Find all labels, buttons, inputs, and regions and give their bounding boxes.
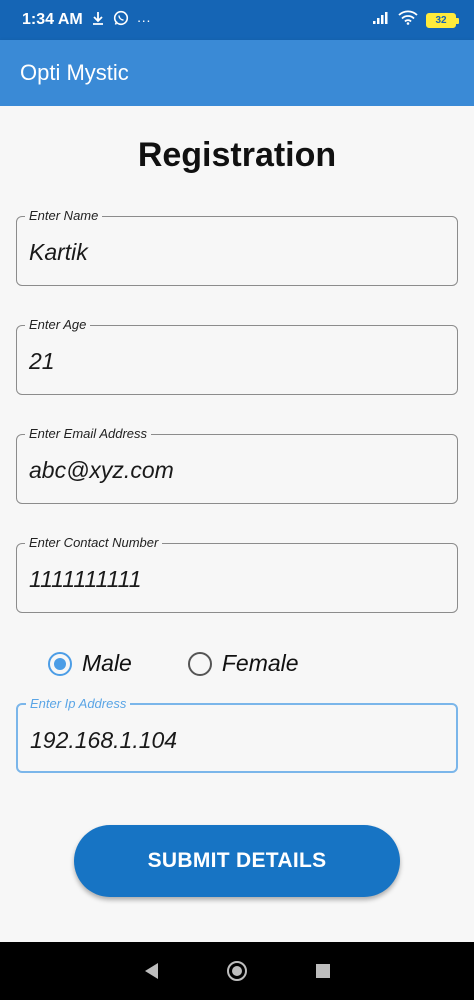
email-field-value: abc@xyz.com: [29, 457, 174, 483]
name-field-value: Kartik: [29, 239, 88, 265]
radio-female-label: Female: [221, 650, 299, 676]
age-field-label: Enter Age: [25, 317, 91, 332]
registration-form: Registration Enter Name Kartik Enter Age…: [0, 106, 474, 942]
submit-details-button[interactable]: SUBMIT DETAILS: [74, 825, 400, 897]
system-nav-bar: [0, 942, 474, 1000]
age-field[interactable]: Enter Age 21: [16, 317, 458, 395]
ip-address-field[interactable]: Enter Ip Address 192.168.1.104: [16, 696, 458, 773]
signal-icon: [372, 11, 390, 30]
radio-female-unchecked-icon[interactable]: [187, 651, 212, 676]
ip-address-field-label: Enter Ip Address: [26, 696, 131, 711]
more-icon: ···: [136, 12, 151, 28]
email-field[interactable]: Enter Email Address abc@xyz.com: [16, 426, 458, 504]
app-bar: Opti Mystic: [0, 40, 474, 106]
app-title: Opti Mystic: [20, 60, 129, 85]
status-left: 1:34 AM ···: [22, 10, 151, 31]
radio-male[interactable]: Male: [48, 650, 132, 677]
battery-icon: 32: [426, 12, 459, 28]
contact-field-value: 1111111111: [29, 566, 142, 592]
ip-address-field-value: 192.168.1.104: [30, 727, 178, 753]
wifi-icon: [398, 10, 418, 30]
status-right: 32: [372, 10, 459, 30]
name-field-label: Enter Name: [25, 208, 103, 223]
name-field[interactable]: Enter Name Kartik: [16, 208, 458, 286]
radio-male-checked-icon[interactable]: [48, 651, 72, 676]
radio-male-label: Male: [82, 650, 132, 676]
status-time: 1:34 AM: [22, 11, 83, 28]
recent-apps-icon[interactable]: [315, 964, 330, 978]
home-icon[interactable]: [226, 961, 247, 981]
gender-radio-group: Male Female: [48, 650, 299, 677]
whatsapp-icon: [113, 10, 129, 31]
contact-field[interactable]: Enter Contact Number 1111111111: [16, 535, 458, 613]
back-icon[interactable]: [144, 963, 158, 979]
battery-level: 32: [435, 14, 447, 26]
age-field-value: 21: [29, 348, 55, 374]
radio-female[interactable]: Female: [187, 650, 299, 677]
download-icon: [91, 11, 105, 30]
status-bar: 1:34 AM ··· 32: [0, 0, 474, 40]
page-title: Registration: [137, 136, 337, 174]
contact-field-label: Enter Contact Number: [25, 535, 163, 550]
email-field-label: Enter Email Address: [25, 426, 152, 441]
